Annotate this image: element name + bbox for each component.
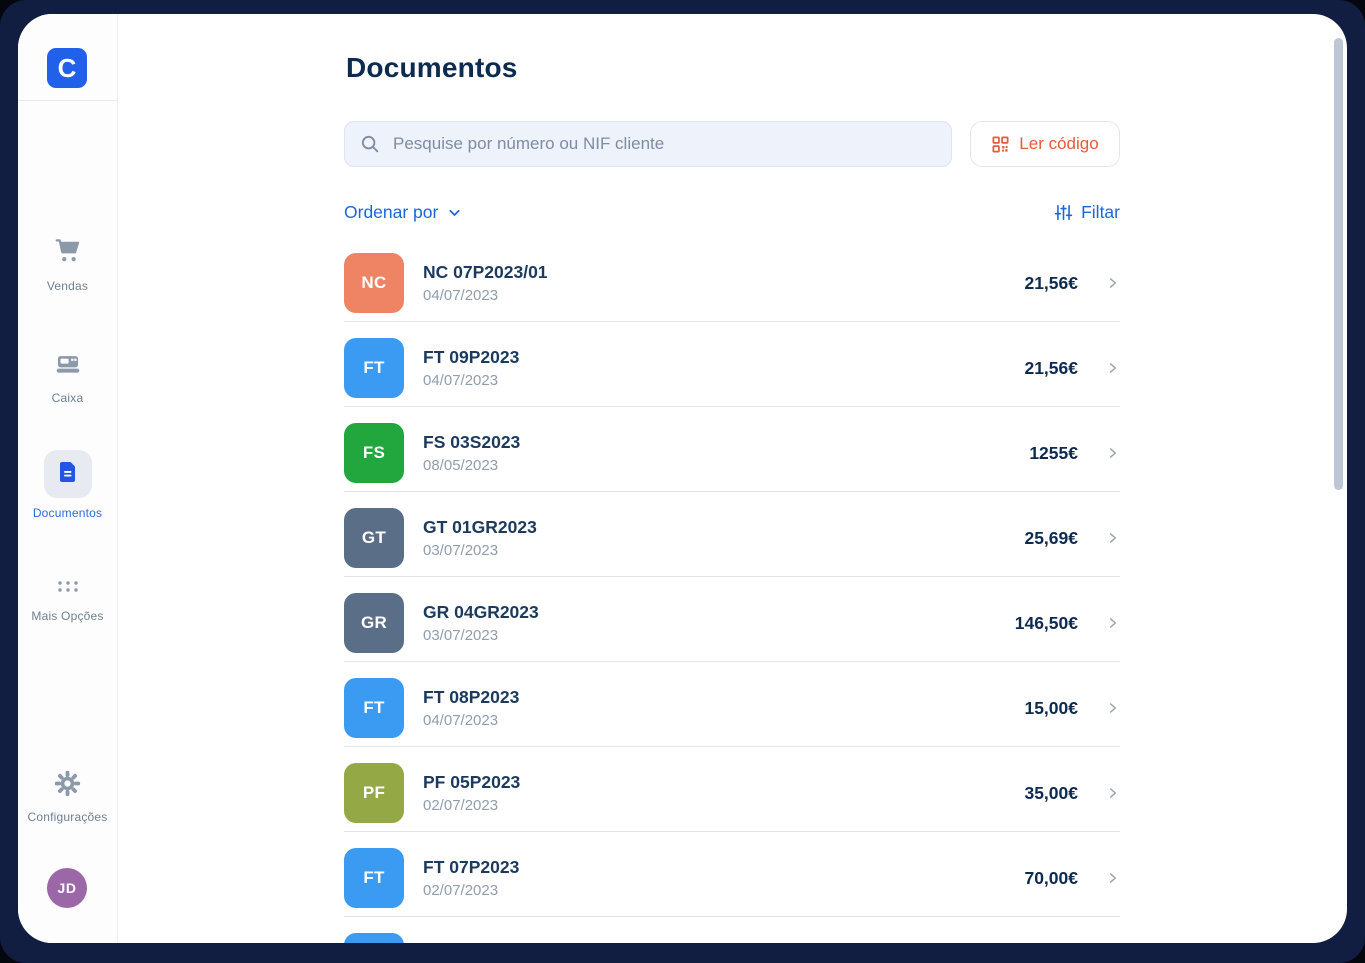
search-row: Ler código	[344, 121, 1120, 167]
document-date: 08/05/2023	[423, 457, 520, 474]
document-title: PF 05P2023	[423, 772, 520, 793]
chevron-right-icon	[1106, 616, 1120, 630]
document-info: GT 01GR2023 03/07/2023	[423, 517, 537, 559]
document-info: FT 07P2023 02/07/2023	[423, 857, 519, 899]
document-amount: 15,00€	[1024, 698, 1078, 719]
sidebar-divider	[18, 100, 117, 101]
document-amount: 1255€	[1029, 443, 1078, 464]
chevron-right-icon	[1106, 361, 1120, 375]
document-type-badge: PF	[344, 763, 404, 823]
document-type-badge: FS	[344, 423, 404, 483]
chevron-right-icon	[1106, 446, 1120, 460]
sidebar-item-label: Vendas	[47, 279, 88, 293]
sidebar: C Vendas Caixa	[18, 14, 118, 943]
document-row[interactable]: FTFT 06P2023	[344, 933, 1120, 943]
scan-code-button[interactable]: Ler código	[970, 121, 1120, 167]
qr-code-icon	[991, 135, 1010, 154]
sort-by-dropdown[interactable]: Ordenar por	[344, 202, 463, 223]
more-dots-icon	[55, 578, 81, 601]
document-date: 04/07/2023	[423, 712, 519, 729]
search-input[interactable]	[391, 133, 937, 155]
document-date: 02/07/2023	[423, 882, 519, 899]
scan-code-label: Ler código	[1019, 134, 1098, 154]
document-type-badge: FT	[344, 338, 404, 398]
sidebar-item-configuracoes[interactable]: Configurações	[18, 770, 117, 824]
user-avatar[interactable]: JD	[47, 868, 87, 908]
document-title: FT 09P2023	[423, 347, 519, 368]
main-content: Documentos	[344, 14, 1120, 943]
document-date: 04/07/2023	[423, 372, 519, 389]
document-amount: 146,50€	[1015, 613, 1078, 634]
cash-register-icon	[53, 348, 83, 383]
toolbar-row: Ordenar por	[344, 202, 1120, 223]
document-row[interactable]: FT FT 09P2023 04/07/2023 21,56€	[344, 338, 1120, 407]
document-info: FT 09P2023 04/07/2023	[423, 347, 519, 389]
chevron-right-icon	[1106, 786, 1120, 800]
document-row[interactable]: GT GT 01GR2023 03/07/2023 25,69€	[344, 508, 1120, 577]
document-title: GR 04GR2023	[423, 602, 539, 623]
document-amount: 21,56€	[1024, 273, 1078, 294]
sidebar-item-label: Configurações	[28, 810, 108, 824]
document-title: FT 08P2023	[423, 687, 519, 708]
document-amount: 21,56€	[1024, 358, 1078, 379]
document-icon	[56, 460, 80, 489]
sidebar-item-documentos[interactable]: Documentos	[18, 450, 117, 520]
document-type-badge: NC	[344, 253, 404, 313]
active-item-highlight	[44, 450, 92, 498]
document-info: GR 04GR2023 03/07/2023	[423, 602, 539, 644]
document-row[interactable]: NC NC 07P2023/01 04/07/2023 21,56€	[344, 253, 1120, 322]
document-row[interactable]: FT FT 08P2023 04/07/2023 15,00€	[344, 678, 1120, 747]
sidebar-item-vendas[interactable]: Vendas	[18, 236, 117, 293]
chevron-right-icon	[1106, 276, 1120, 290]
document-type-badge: FT	[344, 678, 404, 738]
sort-by-label: Ordenar por	[344, 202, 438, 223]
filter-label: Filtar	[1081, 202, 1120, 223]
sidebar-item-label: Caixa	[52, 391, 84, 405]
document-title: GT 01GR2023	[423, 517, 537, 538]
document-row[interactable]: GR GR 04GR2023 03/07/2023 146,50€	[344, 593, 1120, 662]
chevron-down-icon	[446, 204, 463, 221]
document-info: FT 08P2023 04/07/2023	[423, 687, 519, 729]
app-window: C Vendas Caixa	[18, 14, 1347, 943]
app-logo[interactable]: C	[47, 48, 87, 88]
document-info: NC 07P2023/01 04/07/2023	[423, 262, 548, 304]
document-title: NC 07P2023/01	[423, 262, 548, 283]
document-info: PF 05P2023 02/07/2023	[423, 772, 520, 814]
screen: { "app": { "logo_letter": "C" }, "sideba…	[0, 0, 1365, 963]
document-date: 04/07/2023	[423, 287, 548, 304]
document-title: FT 07P2023	[423, 857, 519, 878]
sidebar-item-label: Documentos	[33, 506, 102, 520]
cart-icon	[53, 236, 83, 271]
chevron-right-icon	[1106, 701, 1120, 715]
document-row[interactable]: PF PF 05P2023 02/07/2023 35,00€	[344, 763, 1120, 832]
document-date: 03/07/2023	[423, 627, 539, 644]
chevron-right-icon	[1106, 871, 1120, 885]
filter-button[interactable]: Filtar	[1054, 202, 1120, 223]
gear-icon	[54, 770, 81, 802]
sidebar-item-caixa[interactable]: Caixa	[18, 348, 117, 405]
filter-sliders-icon	[1054, 203, 1073, 222]
document-date: 03/07/2023	[423, 542, 537, 559]
document-row[interactable]: FT FT 07P2023 02/07/2023 70,00€	[344, 848, 1120, 917]
page-title: Documentos	[346, 52, 518, 84]
document-amount: 35,00€	[1024, 783, 1078, 804]
scrollbar-thumb[interactable]	[1334, 38, 1343, 490]
sidebar-item-mais-opcoes[interactable]: Mais Opções	[18, 578, 117, 623]
document-type-badge: GR	[344, 593, 404, 653]
document-list: NC NC 07P2023/01 04/07/2023 21,56€ FT FT 09P2…	[344, 253, 1120, 943]
search-icon	[359, 133, 381, 155]
sidebar-item-label: Mais Opções	[31, 609, 103, 623]
document-type-badge: GT	[344, 508, 404, 568]
document-row[interactable]: FS FS 03S2023 08/05/2023 1255€	[344, 423, 1120, 492]
document-amount: 70,00€	[1024, 868, 1078, 889]
document-info: FS 03S2023 08/05/2023	[423, 432, 520, 474]
document-type-badge: FT	[344, 933, 404, 943]
document-date: 02/07/2023	[423, 797, 520, 814]
chevron-right-icon	[1106, 531, 1120, 545]
search-box[interactable]	[344, 121, 952, 167]
document-type-badge: FT	[344, 848, 404, 908]
document-amount: 25,69€	[1024, 528, 1078, 549]
document-title: FS 03S2023	[423, 432, 520, 453]
